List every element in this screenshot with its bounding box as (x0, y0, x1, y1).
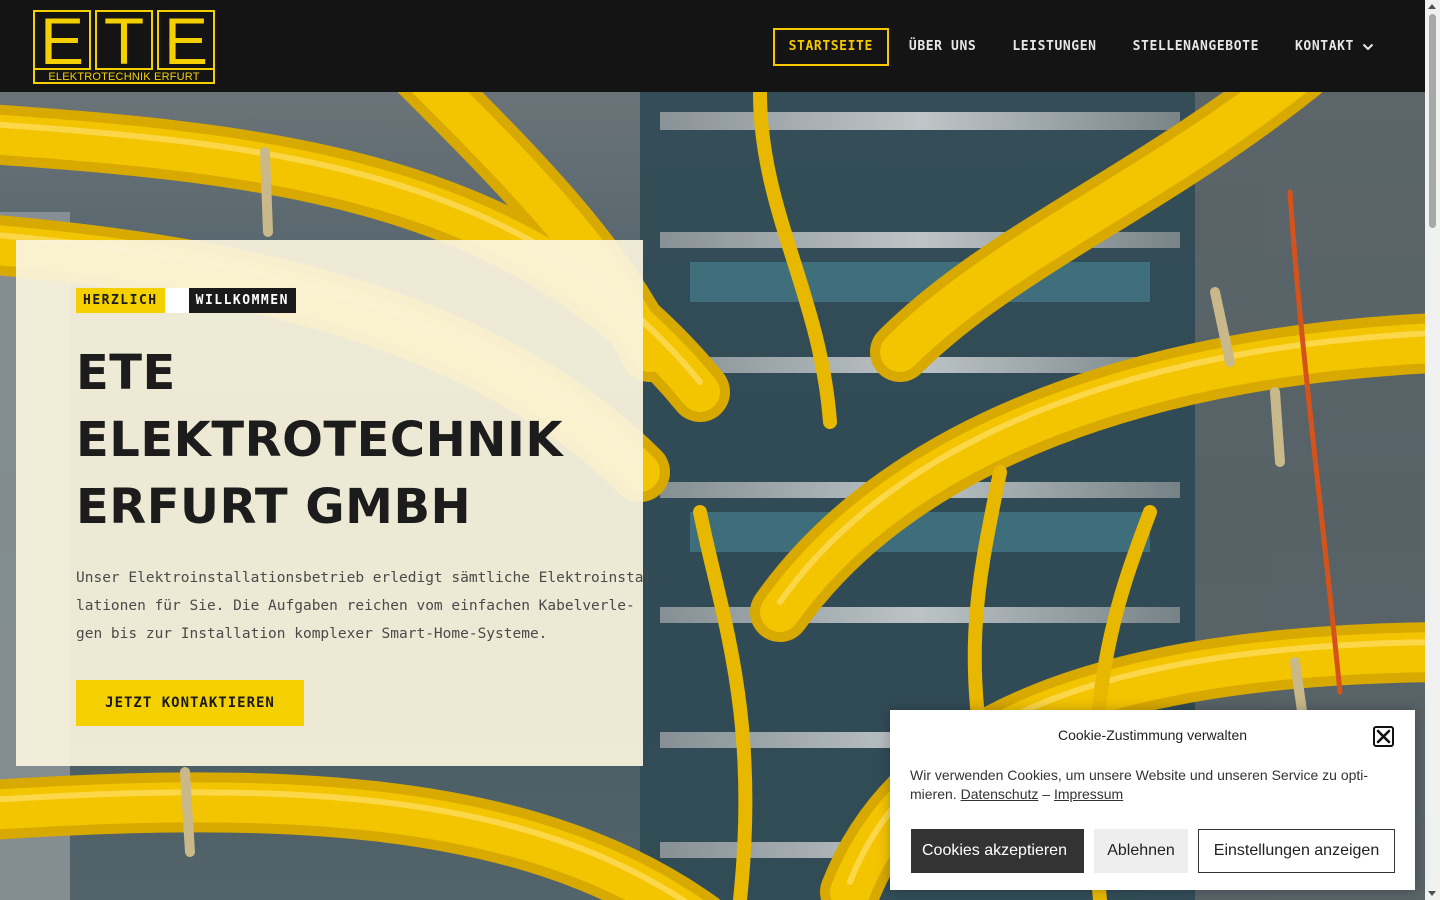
intro-text: Unser Elektroinstallationsbetrieb erledi… (76, 564, 661, 648)
page-title: ETE ELEKTROTECHNIK ERFURT GMBH (76, 340, 596, 541)
scroll-down-arrow-icon[interactable] (1428, 891, 1436, 896)
intro-line-1: Unser Elektroinstallationsbetrieb erledi… (76, 570, 661, 586)
cookie-dialog-title: Cookie-Zustimmung verwalten (1057, 727, 1248, 743)
chevron-down-icon[interactable] (1362, 41, 1374, 53)
nav-item-leistungen[interactable]: LEISTUNGEN (994, 28, 1114, 66)
nav-item-startseite[interactable]: STARTSEITE (772, 28, 889, 66)
imprint-link[interactable]: Impressum (1054, 786, 1123, 802)
nav-item-kontakt-label: KONTAKT (1295, 39, 1354, 54)
tag-separator (164, 288, 189, 313)
title-line-1: ETE (76, 345, 176, 401)
intro-line-2: lationen für Sie. Die Aufgaben reichen v… (76, 598, 635, 614)
main-navigation: STARTSEITE ÜBER UNS LEISTUNGEN STELLENAN… (772, 28, 1392, 66)
cookie-text-line-2-prefix: mieren. (910, 786, 957, 802)
cookie-consent-dialog: Cookie-Zustimmung verwalten Wir verwende… (890, 710, 1415, 890)
accept-cookies-button[interactable]: Cookies akzeptieren (911, 829, 1084, 873)
close-icon[interactable] (1373, 726, 1394, 747)
cookie-text-line-1: Wir verwenden Cookies, um unsere Website… (910, 767, 1369, 783)
nav-item-stellenangebote[interactable]: STELLENANGEBOTE (1115, 28, 1277, 66)
logo-subtitle: ELEKTROTECHNIK ERFURT (33, 70, 215, 84)
link-separator: – (1042, 786, 1051, 802)
logo-letters: E T E (33, 8, 215, 74)
title-line-3: ERFURT GMBH (76, 479, 472, 535)
cookie-button-row: Cookies akzeptieren Ablehnen Einstellung… (911, 829, 1395, 873)
company-logo[interactable]: E T E ELEKTROTECHNIK ERFURT (33, 8, 215, 84)
tag-willkommen: WILLKOMMEN (188, 288, 296, 313)
page-scrollbar[interactable] (1425, 0, 1440, 900)
logo-letter-3: E (157, 8, 215, 74)
title-line-2: ELEKTROTECHNIK (76, 412, 564, 468)
nav-item-ueber-uns[interactable]: ÜBER UNS (891, 28, 994, 66)
contact-now-button[interactable]: JETZT KONTAKTIEREN (76, 680, 304, 726)
scroll-up-arrow-icon[interactable] (1428, 4, 1436, 9)
cookie-settings-button[interactable]: Einstellungen anzeigen (1198, 829, 1395, 873)
intro-line-3: gen bis zur Installation komplexer Smart… (76, 626, 548, 642)
cookie-description: Wir verwenden Cookies, um unsere Website… (910, 766, 1400, 804)
logo-letter-2: T (95, 8, 153, 74)
close-x-icon (1376, 729, 1391, 744)
tag-herzlich: HERZLICH (76, 288, 165, 313)
deny-cookies-button[interactable]: Ablehnen (1094, 829, 1188, 873)
logo-letter-1: E (33, 8, 91, 74)
site-header: E T E ELEKTROTECHNIK ERFURT STARTSEITE Ü… (0, 0, 1425, 92)
welcome-tags: HERZLICH WILLKOMMEN (76, 288, 296, 313)
privacy-link[interactable]: Datenschutz (961, 786, 1039, 802)
nav-item-kontakt[interactable]: KONTAKT (1277, 28, 1392, 66)
scrollbar-thumb[interactable] (1429, 14, 1436, 228)
cookie-text-line-2: mieren. Datenschutz – Impressum (910, 785, 1400, 804)
welcome-card: HERZLICH WILLKOMMEN ETE ELEKTROTECHNIK E… (16, 240, 661, 766)
